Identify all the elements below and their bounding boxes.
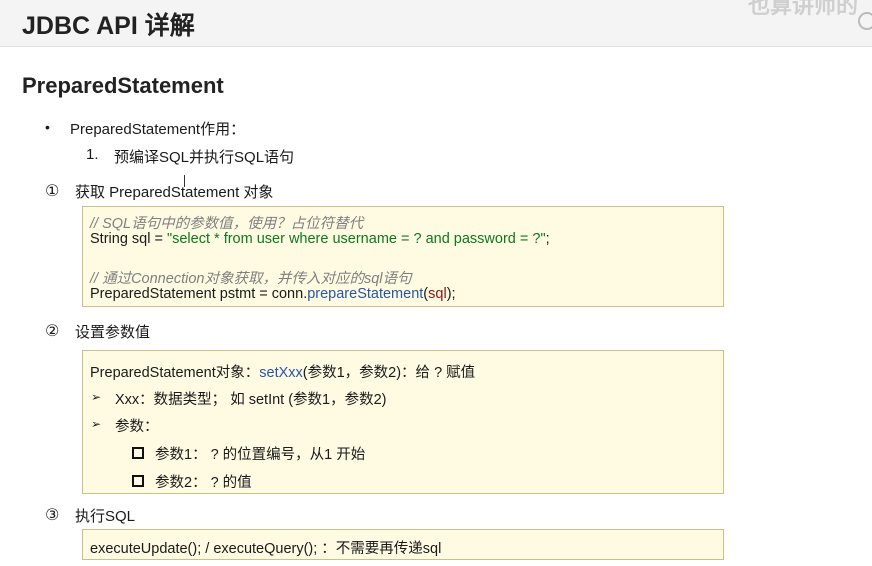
code-box-get-statement: // SQL语句中的参数值，使用？占位符替代 String sql = "sel… (82, 206, 724, 307)
step-1-marker: ① (45, 183, 60, 200)
arrow-bullet-icon: ➢ (91, 417, 102, 431)
bullet-dot-icon: • (45, 119, 50, 135)
code-sub-param1: 参数1： ? 的位置编号，从1 开始 (155, 447, 366, 463)
step-2-marker: ② (45, 323, 60, 340)
code-comment-placeholder: // SQL语句中的参数值，使用？占位符替代 (90, 216, 364, 232)
code-sql-prefix: String sql = (90, 231, 167, 247)
code-sql-string: "select * from user where username = ? a… (166, 231, 546, 247)
step-3-marker: ③ (45, 507, 60, 524)
code-sub-param2: 参数2： ? 的值 (155, 475, 252, 491)
text-cursor (184, 175, 185, 187)
code-prepare-arg: sql (428, 286, 447, 302)
watermark-icon (858, 12, 872, 30)
arrow-bullet-icon: ➢ (91, 390, 102, 404)
step-2-title: 设置参数值 (75, 324, 151, 341)
code-item-params: 参数： (115, 419, 159, 435)
step-3-title: 执行SQL (75, 508, 136, 525)
numbered-item: 预编译SQL并执行SQL语句 (114, 149, 295, 166)
bullet-text: PreparedStatement作用： (70, 121, 246, 138)
code-line-execute: executeUpdate(); / executeQuery(); ：不需要再… (90, 541, 442, 557)
square-bullet-icon (132, 475, 144, 487)
code-setxxx-prefix: PreparedStatement对象： (90, 365, 260, 381)
code-setxxx-suffix: (参数1，参数2)：给 ? 赋值 (302, 365, 476, 381)
code-box-execute: executeUpdate(); / executeQuery(); ：不需要再… (82, 529, 724, 560)
section-title: PreparedStatement (22, 73, 224, 98)
code-line-sql: String sql = "select * from user where u… (90, 231, 550, 247)
code-box-set-params: PreparedStatement对象：setXxx(参数1，参数2)：给 ? … (82, 350, 724, 494)
numbered-marker: 1. (86, 146, 99, 163)
slide-header: JDBC API 详解 也算讲师的 (0, 0, 872, 47)
code-line-prepare: PreparedStatement pstmt = conn.prepareSt… (90, 286, 456, 302)
code-prepare-prefix: PreparedStatement pstmt = conn. (90, 286, 308, 302)
square-bullet-icon (132, 447, 144, 459)
step-1-title: 获取 PreparedStatement 对象 (75, 184, 274, 201)
code-item-xxx: Xxx：数据类型； 如 setInt (参数1，参数2) (115, 392, 387, 408)
code-setxxx-method: setXxx (259, 365, 303, 381)
code-prepare-close: ); (446, 286, 456, 302)
code-comment-connection: // 通过Connection对象获取，并传入对应的sql语句 (90, 271, 412, 287)
slide-title: JDBC API 详解 (22, 12, 195, 40)
code-line-setxxx: PreparedStatement对象：setXxx(参数1，参数2)：给 ? … (90, 361, 475, 382)
code-prepare-method: prepareStatement (307, 286, 424, 302)
watermark: 也算讲师的 (748, 0, 859, 18)
code-sql-suffix: ; (545, 231, 550, 247)
